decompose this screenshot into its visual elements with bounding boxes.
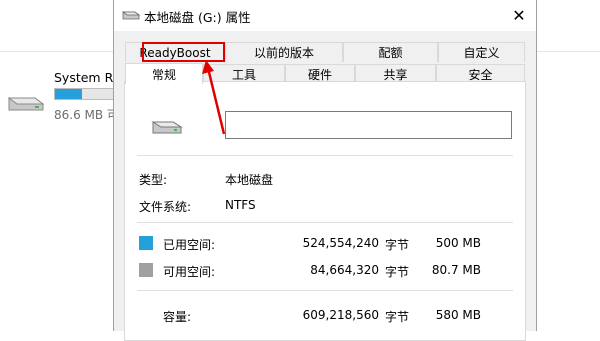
free-space-size: 80.7 MB (431, 263, 481, 277)
general-panel: 类型: 本地磁盘 文件系统: NTFS 已用空间: 524,554,240 字节… (124, 81, 526, 341)
close-button[interactable]: ✕ (502, 0, 536, 31)
tab-quota[interactable]: 配额 (343, 42, 438, 62)
free-space-label: 可用空间: (163, 265, 216, 279)
annotation-arrow-icon (202, 60, 226, 135)
capacity-size: 580 MB (435, 308, 481, 322)
used-space-label: 已用空间: (163, 238, 216, 252)
filesystem-label: 文件系统: (139, 200, 192, 214)
free-space-unit: 字节 (385, 265, 410, 279)
free-space-bytes: 84,664,320 (310, 263, 379, 277)
drive-icon (151, 121, 183, 134)
separator (137, 290, 513, 291)
separator (137, 222, 513, 223)
capacity-unit: 字节 (385, 310, 410, 324)
free-space-swatch (139, 263, 153, 277)
drive-icon (7, 97, 45, 111)
tab-customize[interactable]: 自定义 (438, 42, 525, 62)
used-space-unit: 字节 (385, 238, 410, 252)
drive-usage-bar (54, 88, 115, 100)
drive-name[interactable]: System Re (54, 70, 120, 85)
drive-icon (122, 11, 140, 20)
type-label: 类型: (139, 173, 168, 187)
volume-name-input[interactable] (225, 111, 512, 139)
title-bar[interactable]: 本地磁盘 (G:) 属性 ✕ (114, 0, 536, 31)
separator (137, 155, 513, 156)
dialog-title: 本地磁盘 (G:) 属性 (144, 10, 251, 25)
filesystem-value: NTFS (225, 198, 256, 212)
used-space-bytes: 524,554,240 (302, 236, 379, 250)
capacity-bytes: 609,218,560 (302, 308, 379, 322)
used-space-size: 500 MB (435, 236, 481, 250)
type-value: 本地磁盘 (225, 173, 274, 187)
tab-general[interactable]: 常规 (125, 63, 203, 84)
used-space-swatch (139, 236, 153, 250)
drive-size-text: 86.6 MB 可 (54, 108, 119, 122)
drive-usage-fill (55, 89, 82, 99)
capacity-label: 容量: (163, 310, 192, 324)
tab-previous-versions[interactable]: 以前的版本 (225, 42, 343, 62)
